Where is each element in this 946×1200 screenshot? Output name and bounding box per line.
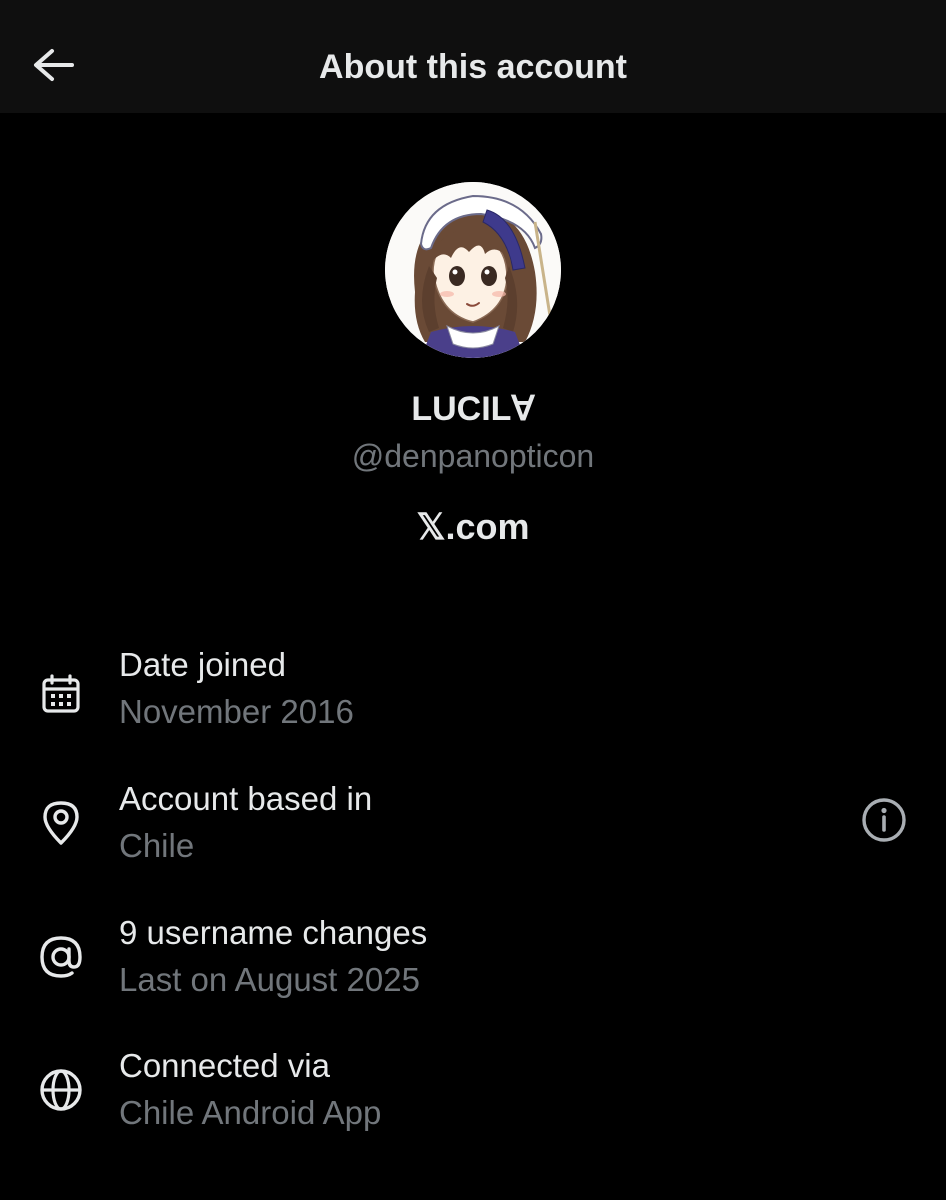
date-joined-value: November 2016: [119, 693, 354, 730]
globe-icon: [34, 1063, 88, 1117]
location-pin-icon: [34, 796, 88, 850]
calendar-icon: [34, 668, 88, 722]
account-based-in-label: Account based in: [119, 780, 373, 817]
anime-maid-girl-avatar: [385, 182, 561, 358]
connected-via-row: Connected via Chile Android App: [0, 1041, 946, 1151]
display-name: LUCIL∀: [411, 390, 535, 428]
at-sign-icon: [34, 930, 88, 984]
date-joined-label: Date joined: [119, 646, 286, 683]
username-changes-label: 9 username changes: [119, 914, 428, 951]
info-button[interactable]: [858, 796, 910, 848]
connected-via-label: Connected via: [119, 1047, 330, 1084]
account-based-in-row: Account based in Chile: [0, 774, 946, 884]
username-changes-value: Last on August 2025: [119, 961, 420, 998]
date-joined-row: Date joined November 2016: [0, 640, 946, 750]
top-bar: About this account: [0, 0, 946, 113]
page-title: About this account: [319, 48, 627, 86]
site-label: 𝕏.com: [416, 506, 530, 547]
avatar[interactable]: [385, 182, 561, 358]
username-changes-row: 9 username changes Last on August 2025: [0, 908, 946, 1018]
connected-via-value: Chile Android App: [119, 1094, 382, 1131]
account-based-in-value: Chile: [119, 827, 195, 864]
username-handle: @denpanopticon: [351, 438, 595, 474]
info-icon: [860, 796, 908, 849]
